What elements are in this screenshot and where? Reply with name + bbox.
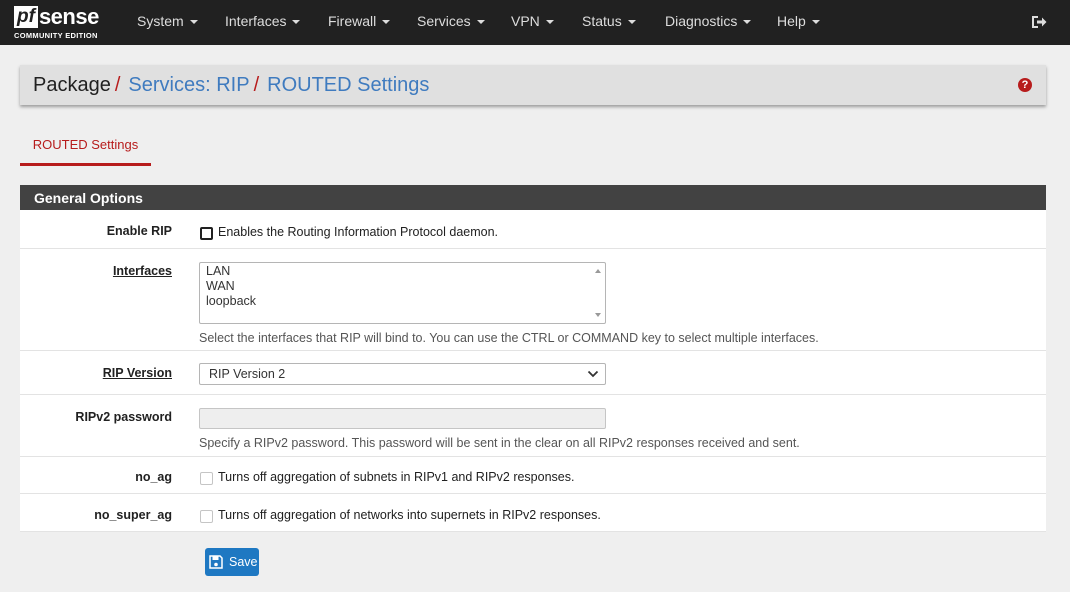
- panel-title: General Options: [34, 190, 143, 206]
- nav-vpn[interactable]: VPN: [511, 0, 554, 45]
- sign-out-icon[interactable]: [1031, 14, 1047, 30]
- nav-help-label: Help: [777, 13, 806, 29]
- nav-vpn-label: VPN: [511, 13, 540, 29]
- logo-pf: pf: [14, 6, 38, 28]
- no-ag-label: no_ag: [135, 470, 172, 484]
- row-rip-version: RIP Version RIP Version 2: [20, 351, 1046, 395]
- no-ag-description: Turns off aggregation of subnets in RIPv…: [218, 470, 575, 484]
- no-super-ag-description: Turns off aggregation of networks into s…: [218, 508, 601, 522]
- tab-routed-settings[interactable]: ROUTED Settings: [20, 128, 151, 166]
- nav-firewall[interactable]: Firewall: [328, 0, 391, 45]
- general-options-panel: General Options Enable RIP Enables the R…: [20, 185, 1046, 532]
- interfaces-select[interactable]: LAN WAN loopback: [199, 262, 606, 324]
- interfaces-help-text: Select the interfaces that RIP will bind…: [199, 331, 819, 345]
- nav-system-label: System: [137, 13, 184, 29]
- no-super-ag-label: no_super_ag: [94, 508, 172, 522]
- breadcrumb-routed-settings-link[interactable]: ROUTED Settings: [267, 74, 429, 96]
- interfaces-label: Interfaces: [112, 264, 172, 278]
- caret-down-icon: [545, 20, 554, 24]
- top-navbar: pf sense COMMUNITY EDITION System Interf…: [0, 0, 1070, 45]
- caret-down-icon: [292, 20, 301, 24]
- no-super-ag-checkbox[interactable]: [200, 510, 213, 523]
- caret-down-icon: [382, 20, 391, 24]
- no-ag-checkbox[interactable]: [200, 472, 213, 485]
- rip-version-select[interactable]: RIP Version 2: [199, 363, 606, 385]
- nav-interfaces[interactable]: Interfaces: [225, 0, 301, 45]
- nav-system[interactable]: System: [137, 0, 198, 45]
- caret-down-icon: [627, 20, 636, 24]
- chevron-down-icon: [587, 370, 599, 378]
- nav-firewall-label: Firewall: [328, 13, 377, 29]
- nav-interfaces-label: Interfaces: [225, 13, 287, 29]
- interfaces-option-lan[interactable]: LAN: [206, 264, 230, 278]
- enable-rip-checkbox[interactable]: [200, 227, 213, 240]
- breadcrumb-package: Package: [33, 74, 111, 96]
- nav-help[interactable]: Help: [777, 0, 820, 45]
- save-button-label: Save: [229, 555, 258, 569]
- rip-version-value: RIP Version 2: [209, 367, 286, 381]
- rip-version-label: RIP Version: [102, 366, 172, 380]
- row-no-super-ag: no_super_ag Turns off aggregation of net…: [20, 494, 1046, 532]
- scroll-down-icon[interactable]: [595, 313, 601, 317]
- breadcrumb-separator: /: [114, 74, 121, 96]
- tab-routed-settings-label: ROUTED Settings: [32, 137, 139, 152]
- row-ripv2-password: RIPv2 password Specify a RIPv2 password.…: [20, 395, 1046, 457]
- row-enable-rip: Enable RIP Enables the Routing Informati…: [20, 211, 1046, 249]
- logo-sense: sense: [38, 4, 99, 29]
- save-button[interactable]: Save: [205, 548, 259, 576]
- caret-down-icon: [189, 20, 198, 24]
- logo-edition: COMMUNITY EDITION: [14, 31, 98, 40]
- panel-heading: General Options: [20, 185, 1046, 210]
- row-interfaces: Interfaces LAN WAN loopback Select the i…: [20, 249, 1046, 351]
- question-circle-icon[interactable]: ?: [1018, 78, 1032, 92]
- caret-down-icon: [811, 20, 820, 24]
- interfaces-option-wan[interactable]: WAN: [206, 279, 235, 293]
- breadcrumb-separator: /: [253, 74, 260, 96]
- row-no-ag: no_ag Turns off aggregation of subnets i…: [20, 457, 1046, 494]
- enable-rip-description: Enables the Routing Information Protocol…: [218, 225, 499, 239]
- scroll-up-icon[interactable]: [595, 269, 601, 273]
- breadcrumb-trail: Package / Services: RIP / ROUTED Settings: [33, 65, 429, 105]
- nav-diagnostics-label: Diagnostics: [665, 13, 738, 29]
- breadcrumb: Package / Services: RIP / ROUTED Settings ?: [20, 65, 1046, 105]
- nav-services[interactable]: Services: [417, 0, 485, 45]
- nav-services-label: Services: [417, 13, 471, 29]
- interfaces-option-loopback[interactable]: loopback: [206, 294, 256, 308]
- ripv2-password-label: RIPv2 password: [75, 410, 172, 424]
- caret-down-icon: [476, 20, 485, 24]
- nav-status[interactable]: Status: [582, 0, 636, 45]
- pfsense-logo[interactable]: pf sense COMMUNITY EDITION: [14, 6, 112, 42]
- enable-rip-label: Enable RIP: [106, 224, 172, 238]
- caret-down-icon: [743, 20, 752, 24]
- ripv2-password-input[interactable]: [199, 408, 606, 429]
- breadcrumb-services-rip-link[interactable]: Services: RIP: [128, 74, 249, 96]
- ripv2-password-help-text: Specify a RIPv2 password. This password …: [199, 436, 800, 450]
- floppy-disk-icon: [209, 555, 223, 569]
- nav-status-label: Status: [582, 13, 622, 29]
- logo-wordmark: pf sense: [14, 6, 99, 28]
- nav-diagnostics[interactable]: Diagnostics: [665, 0, 752, 45]
